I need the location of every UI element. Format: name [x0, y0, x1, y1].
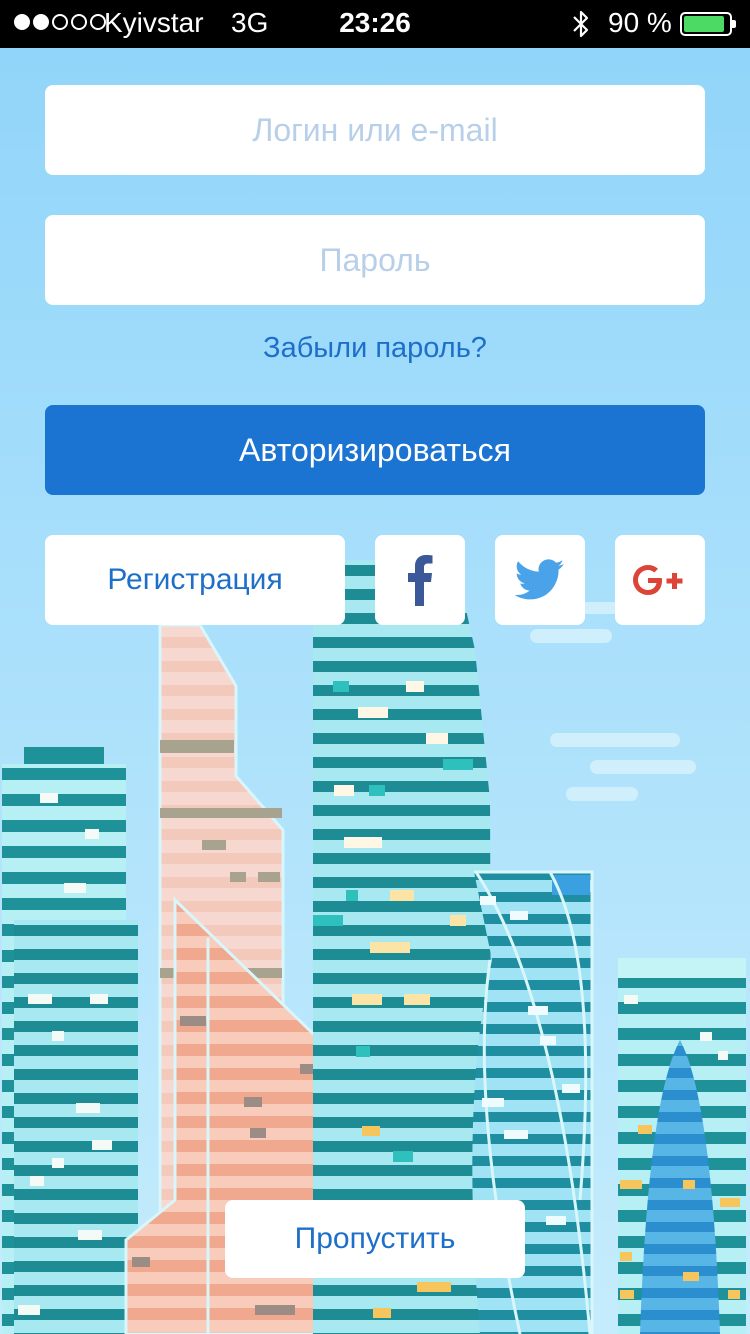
google-plus-login-button[interactable]	[615, 535, 705, 625]
bluetooth-icon	[573, 10, 589, 38]
google-plus-icon	[633, 565, 683, 595]
skip-button[interactable]: Пропустить	[225, 1200, 525, 1278]
city-skyline-illustration	[2, 560, 746, 1334]
battery-percentage: 90 %	[608, 7, 672, 38]
login-button[interactable]: Авторизироваться	[45, 405, 705, 495]
battery-level	[684, 16, 724, 32]
twitter-login-button[interactable]	[495, 535, 585, 625]
forgot-password-link[interactable]: Забыли пароль?	[0, 332, 750, 365]
password-input[interactable]	[45, 215, 705, 305]
twitter-icon	[515, 559, 564, 600]
facebook-login-button[interactable]	[375, 535, 465, 625]
register-button[interactable]: Регистрация	[45, 535, 345, 625]
login-email-input[interactable]	[45, 85, 705, 175]
battery-icon	[680, 12, 736, 36]
status-bar: Kyivstar 3G 23:26 90 %	[0, 0, 750, 48]
battery-terminal	[732, 20, 736, 28]
facebook-icon	[408, 555, 433, 606]
